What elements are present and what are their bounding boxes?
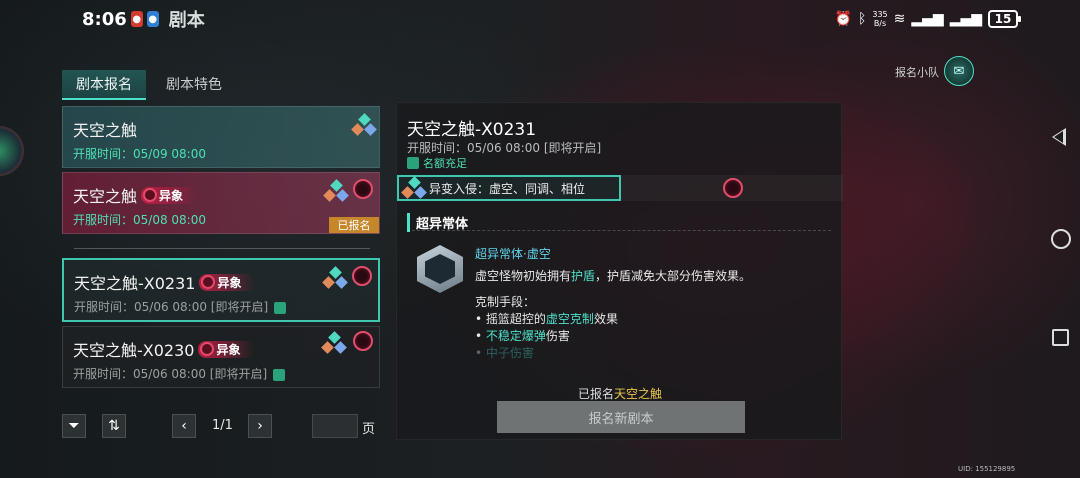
script-time: 开服时间：05/08 08:00: [73, 213, 206, 227]
registered-badge: 已报名: [329, 217, 379, 233]
signal-icon-2: ▂▄▆: [949, 11, 982, 27]
script-name: 天空之触: [73, 121, 138, 140]
team-icon: [274, 301, 287, 314]
divider: [74, 248, 370, 249]
script-name: 天空之触: [73, 187, 138, 206]
net-speed: 335 B/s: [872, 10, 888, 28]
abnormal-icon: [200, 342, 215, 356]
team-signup-label: 报名小队: [895, 66, 939, 79]
clock: 8:06: [82, 8, 127, 30]
element-icon: [401, 176, 427, 200]
page-indicator: 1/1: [212, 418, 233, 433]
abnormal-badge: 异象: [199, 273, 256, 291]
script-card[interactable]: 天空之触 异象 开服时间：05/08 08:00 已报名: [62, 172, 380, 234]
prev-page-button[interactable]: ‹: [172, 414, 196, 438]
counter-title: 克制手段：: [475, 295, 536, 309]
filter-icon: ⏷: [68, 418, 80, 434]
register-new-script-button[interactable]: 报名新剧本: [497, 401, 745, 433]
ability-description: 虚空怪物初始拥有护盾，护盾减免大部分伤害效果。: [475, 269, 752, 283]
user-id: UID: 155129895: [958, 465, 1016, 473]
abnormal-icon: [353, 179, 373, 199]
counter-item: 摇篮超控的虚空克制效果: [475, 311, 618, 328]
signal-icon: ▂▄▆: [911, 11, 944, 27]
team-icon: [273, 368, 286, 381]
page-unit-label: 页: [362, 422, 376, 437]
counter-item: 中子伤害: [475, 345, 618, 362]
status-bar-right: ⏰ ᛒ 335 B/s ≋ ▂▄▆ ▂▄▆ 15: [834, 8, 1021, 30]
script-name: 天空之触-X0231: [74, 274, 196, 293]
app-title: 剧本: [168, 10, 205, 31]
tab-script-features[interactable]: 剧本特色: [152, 70, 236, 100]
mail-plus-icon: ✉: [953, 63, 965, 79]
bluetooth-icon: ᛒ: [857, 11, 867, 27]
filter-button[interactable]: ⏷: [62, 414, 86, 438]
tab-bar: 剧本报名 剧本特色: [62, 70, 236, 100]
chevron-right-icon: ›: [257, 418, 263, 434]
script-name: 天空之触-X0230: [73, 341, 195, 360]
home-icon[interactable]: [1051, 229, 1071, 249]
script-detail-panel: 天空之触-X0231 开服时间：05/06 08:00 [即将开启] 名额充足 …: [396, 102, 843, 440]
detail-title: 天空之触-X0231: [407, 120, 537, 140]
abnormal-icon: [353, 331, 373, 351]
chevron-left-icon: ‹: [181, 418, 187, 434]
sort-button[interactable]: ⇅: [102, 414, 126, 438]
back-icon[interactable]: [1052, 128, 1066, 146]
sort-icon: ⇅: [108, 418, 120, 434]
counter-list: 摇篮超控的虚空克制效果 不稳定爆弹伤害 中子伤害: [475, 311, 618, 362]
script-card[interactable]: 天空之触 开服时间：05/09 08:00: [62, 106, 380, 168]
team-signup-button[interactable]: ✉: [944, 56, 974, 86]
page-input[interactable]: [312, 414, 358, 438]
battery-icon: 15: [988, 10, 1021, 28]
script-time: 开服时间：05/06 08:00 [即将开启]: [74, 300, 269, 314]
floating-assistant-icon[interactable]: [0, 126, 24, 176]
element-icon: [322, 266, 348, 290]
wifi-icon: ≋: [893, 11, 906, 27]
abnormal-icon: [201, 275, 216, 289]
counter-item: 不稳定爆弹伤害: [475, 328, 618, 345]
element-icon: [351, 113, 377, 137]
script-time: 开服时间：05/09 08:00: [73, 147, 206, 161]
abnormal-icon: [352, 266, 372, 286]
message-app-icon: ●: [146, 11, 159, 27]
invasion-bar[interactable]: 异变入侵：虚空、同调、相位: [397, 175, 621, 201]
element-icon: [323, 179, 349, 203]
element-icon: [321, 331, 347, 355]
tab-script-signup[interactable]: 剧本报名: [62, 70, 146, 100]
section-divider: [407, 230, 831, 231]
script-card[interactable]: 天空之触-X0230 异象 开服时间：05/06 08:00 [即将开启]: [62, 326, 380, 388]
recent-apps-icon[interactable]: [1052, 329, 1069, 346]
abnormal-badge: 异象: [198, 340, 255, 358]
script-card-selected[interactable]: 天空之触-X0231 异象 开服时间：05/06 08:00 [即将开启]: [62, 258, 380, 322]
abnormal-icon: [723, 178, 743, 198]
registered-note: 已报名天空之触: [577, 387, 663, 401]
alarm-icon: ⏰: [834, 11, 852, 27]
invasion-text: 异变入侵：虚空、同调、相位: [429, 181, 586, 196]
abnormal-badge: 异象: [141, 186, 198, 204]
abnormal-icon: [143, 188, 158, 202]
invasion-abnormal-slot[interactable]: [621, 175, 843, 201]
team-icon: [407, 157, 419, 169]
script-time: 开服时间：05/06 08:00 [即将开启]: [73, 367, 268, 381]
next-page-button[interactable]: ›: [248, 414, 272, 438]
quota-status: 名额充足: [407, 155, 467, 171]
system-nav-bar: [1040, 0, 1080, 478]
notification-icon: ●: [130, 11, 143, 27]
ability-name: 超异常体·虚空: [475, 247, 551, 261]
detail-time: 开服时间：05/06 08:00 [即将开启]: [407, 141, 602, 155]
status-bar-left: 8:06 ● ● 剧本: [82, 6, 205, 32]
